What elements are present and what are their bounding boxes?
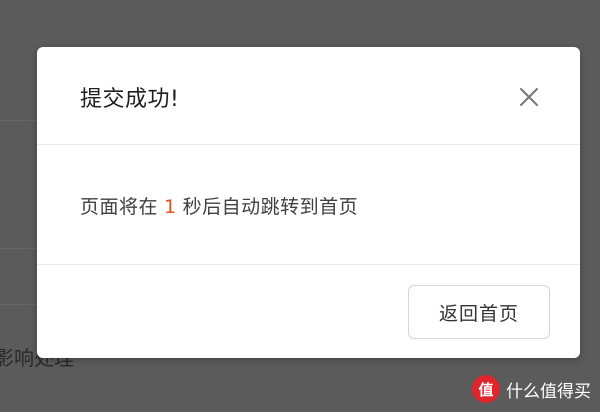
background-divider [0, 248, 37, 249]
close-icon [520, 88, 538, 106]
background-divider [0, 304, 37, 305]
dialog-header: 提交成功! [37, 47, 580, 145]
redirect-message: 页面将在 1 秒后自动跳转到首页 [80, 192, 358, 219]
dialog-body: 页面将在 1 秒后自动跳转到首页 [37, 145, 580, 265]
site-watermark: 值 什么值得买 [472, 374, 591, 404]
message-prefix: 页面将在 [80, 196, 159, 218]
close-button[interactable] [516, 84, 542, 110]
dialog-footer: 返回首页 [37, 265, 580, 358]
return-home-button[interactable]: 返回首页 [408, 285, 550, 339]
countdown-seconds: 1 [164, 196, 177, 218]
watermark-text: 什么值得买 [506, 381, 591, 402]
message-suffix: 秒后自动跳转到首页 [182, 196, 359, 218]
background-divider [0, 120, 37, 121]
success-dialog: 提交成功! 页面将在 1 秒后自动跳转到首页 返回首页 [37, 47, 580, 358]
watermark-logo-icon: 值 [472, 375, 500, 403]
dialog-title: 提交成功! [80, 87, 180, 112]
